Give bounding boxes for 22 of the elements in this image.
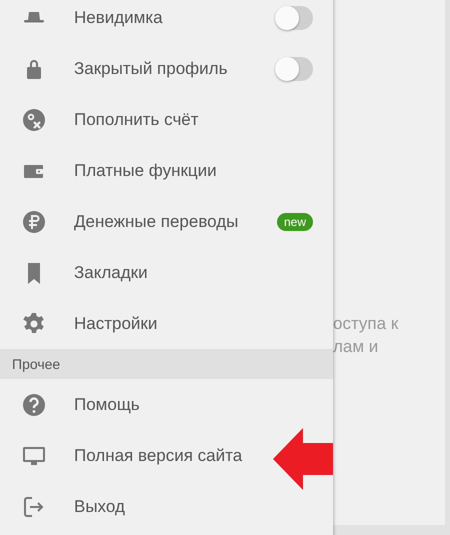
menu-item[interactable]: Закрытый профиль: [74, 58, 275, 78]
menu-item[interactable]: Полная версия сайта: [74, 446, 242, 466]
menu-item[interactable]: Невидимка: [74, 8, 275, 28]
help-icon: [22, 392, 46, 416]
pointer-arrow: [273, 428, 333, 490]
menu-item[interactable]: Настройки: [74, 314, 313, 334]
page-text: лам и: [333, 336, 380, 358]
coins-icon: [22, 108, 46, 132]
ruble-icon: [22, 210, 46, 234]
menu-item[interactable]: Выход: [74, 496, 125, 516]
new-badge: new: [276, 212, 313, 230]
menu-item[interactable]: Закладки: [74, 262, 313, 282]
section-header: Прочее: [0, 349, 333, 379]
menu-item[interactable]: Платные функции: [74, 160, 313, 180]
toggle-switch[interactable]: [275, 56, 313, 80]
toggle-switch[interactable]: [275, 6, 313, 30]
exit-icon: [22, 494, 46, 518]
settings-icon: [22, 312, 46, 336]
page-text: оступа к: [333, 313, 400, 335]
menu-item[interactable]: Помощь: [74, 394, 140, 414]
menu-item[interactable]: Денежные переводы: [74, 212, 277, 232]
menu-item[interactable]: Пополнить счёт: [74, 110, 313, 130]
